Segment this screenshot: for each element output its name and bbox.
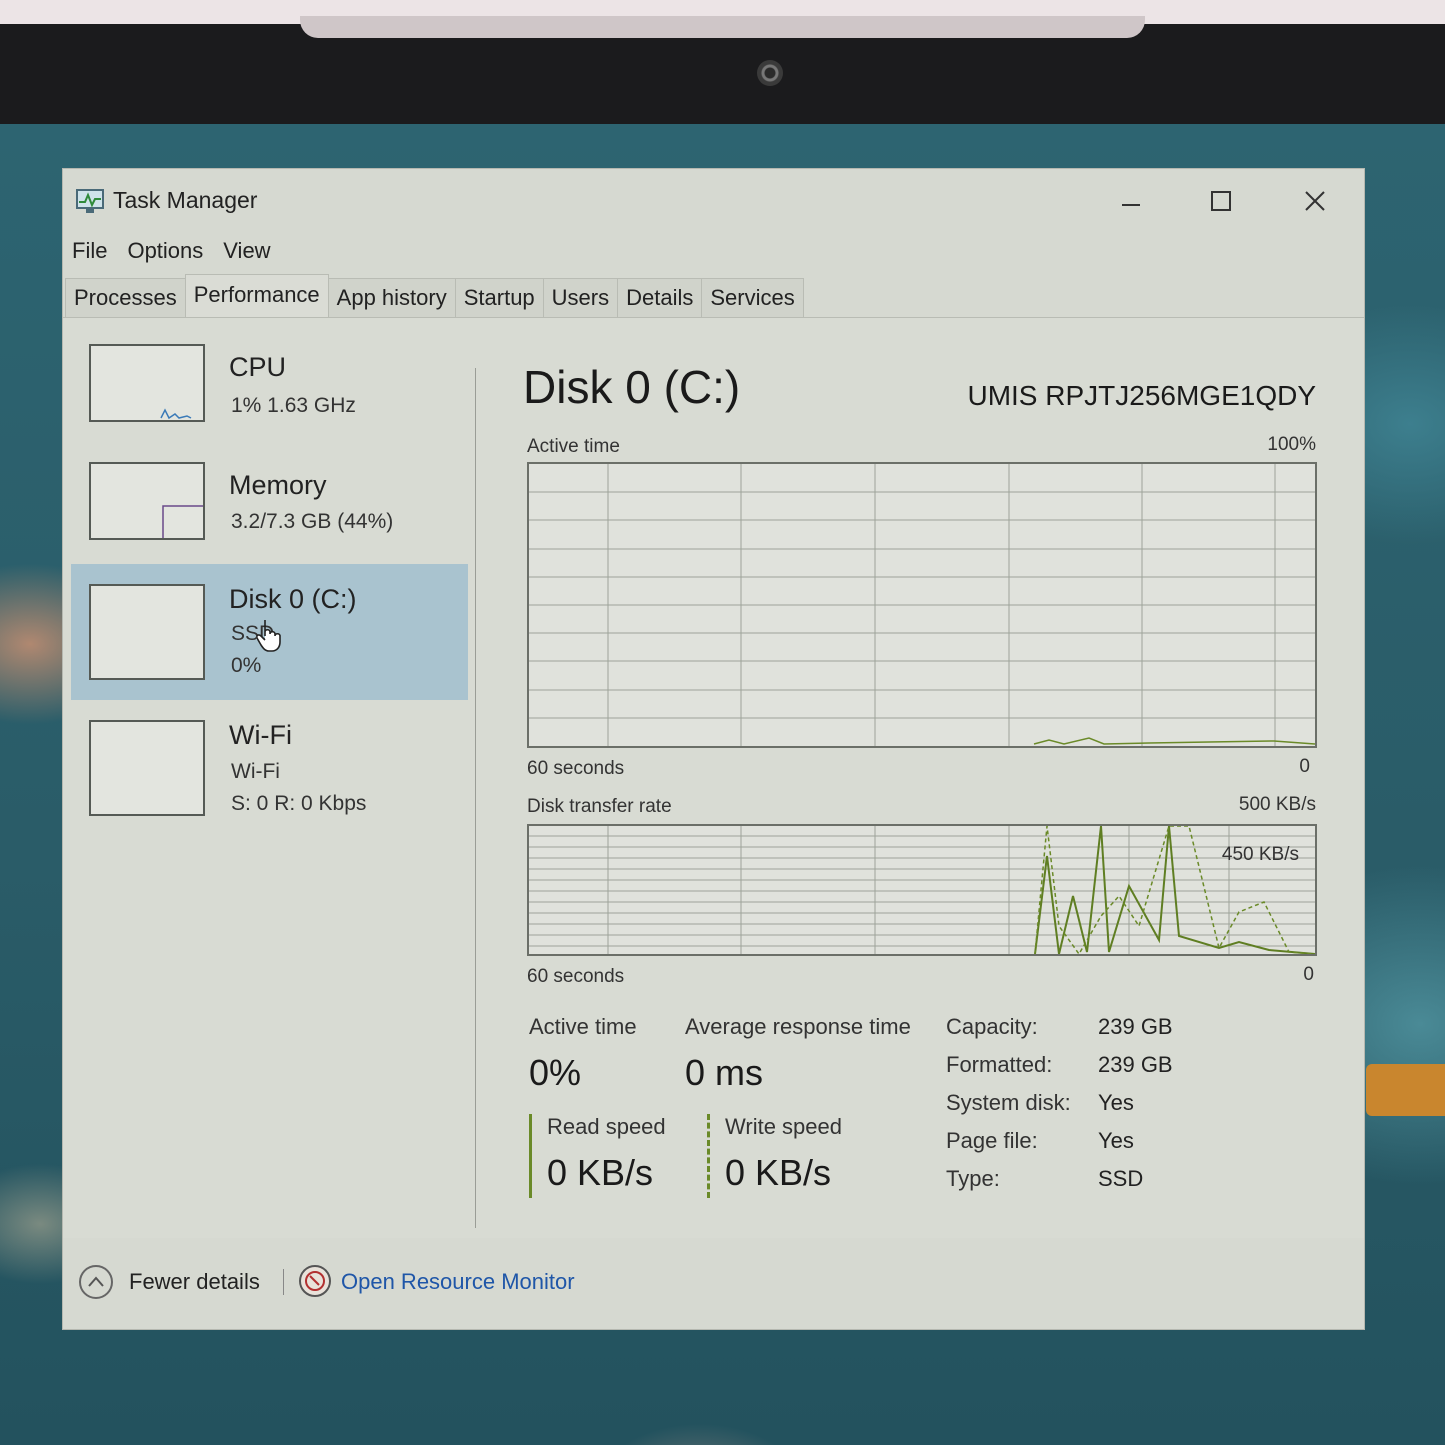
sidebar-wifi-throughput: S: 0 R: 0 Kbps [231,792,367,815]
close-button[interactable] [1285,179,1345,223]
window-title: Task Manager [113,187,258,213]
screen-bezel [0,24,1445,124]
prop-type-key: Type: [946,1166,1000,1191]
active-time-chart-min: 0 [1299,756,1310,777]
menu-options[interactable]: Options [117,233,213,269]
transfer-rate-chart-label: Disk transfer rate [527,796,672,817]
task-manager-window: Task Manager File Options View Processes… [62,168,1365,1330]
transfer-rate-marker: 450 KB/s [1221,844,1299,865]
prop-type-value: SSD [1098,1166,1144,1191]
stat-active-time-value: 0% [529,1052,582,1093]
title-bar[interactable]: Task Manager [63,169,1364,233]
tab-strip: Processes Performance App history Startu… [65,274,804,318]
sidebar-memory-usage: 3.2/7.3 GB (44%) [231,510,394,533]
prop-page-file-key: Page file: [946,1128,1038,1153]
sidebar-wifi-title: Wi-Fi [229,720,292,750]
open-resource-monitor-link[interactable]: Open Resource Monitor [341,1269,575,1295]
wallpaper-detail [1366,1064,1445,1116]
prop-page-file-value: Yes [1098,1128,1134,1153]
write-speed-legend-bar [707,1114,710,1198]
wifi-thumbnail-graph [89,720,205,816]
cpu-thumbnail-graph [89,344,205,422]
disk-thumbnail-graph [89,584,205,680]
stat-active-time-label: Active time [529,1014,637,1039]
performance-pane: CPU 1% 1.63 GHz Memory 3.2/7.3 GB (44%) … [63,317,1364,1238]
footer-separator [283,1269,284,1295]
tab-services[interactable]: Services [701,278,804,317]
prop-formatted-value: 239 GB [1098,1052,1173,1077]
tab-startup[interactable]: Startup [454,278,544,317]
tab-processes[interactable]: Processes [65,278,186,317]
tab-users[interactable]: Users [542,278,619,317]
sidebar-memory-title: Memory [229,470,327,500]
menu-bar: File Options View [63,233,281,269]
stat-avg-response-label: Average response time [685,1014,911,1039]
sidebar-cpu-title: CPU [229,352,287,382]
prop-formatted-key: Formatted: [946,1052,1053,1077]
prop-system-disk-key: System disk: [946,1090,1071,1115]
fewer-details-button[interactable]: Fewer details [129,1269,260,1295]
chevron-up-icon[interactable] [79,1265,113,1299]
task-manager-icon [76,189,104,213]
tab-app-history[interactable]: App history [327,278,456,317]
footer-bar: Fewer details Open Resource Monitor [63,1237,1364,1329]
transfer-rate-chart: 450 KB/s [527,824,1317,956]
resource-list: CPU 1% 1.63 GHz Memory 3.2/7.3 GB (44%) … [71,328,468,818]
webcam [757,60,783,86]
sidebar-cpu-usage: 1% 1.63 GHz [231,394,356,417]
maximize-icon [1211,191,1231,211]
disk-model: UMIS RPJTJ256MGE1QDY [967,380,1316,411]
minimize-button[interactable] [1101,179,1161,223]
tab-performance[interactable]: Performance [184,274,329,317]
sidebar-item-memory[interactable]: Memory 3.2/7.3 GB (44%) [71,446,468,564]
sidebar-item-cpu[interactable]: CPU 1% 1.63 GHz [71,328,468,446]
sidebar-item-disk[interactable]: Disk 0 (C:) SSD 0% [71,564,468,700]
active-time-chart [527,462,1317,748]
prop-capacity-key: Capacity: [946,1014,1038,1039]
stat-write-speed-value: 0 KB/s [725,1152,832,1193]
prop-capacity-value: 239 GB [1098,1014,1173,1039]
stat-read-speed-value: 0 KB/s [547,1152,654,1193]
menu-file[interactable]: File [63,233,117,269]
disk-title: Disk 0 (C:) [523,361,741,413]
active-time-chart-max: 100% [1267,434,1316,455]
pane-divider [475,368,476,1228]
read-speed-legend-bar [529,1114,532,1198]
sidebar-wifi-adapter: Wi-Fi [231,760,280,783]
resource-monitor-icon[interactable] [299,1265,331,1297]
sidebar-item-wifi[interactable]: Wi-Fi Wi-Fi S: 0 R: 0 Kbps [71,700,468,818]
tab-details[interactable]: Details [617,278,703,317]
transfer-rate-chart-timespan: 60 seconds [527,966,625,987]
memory-thumbnail-graph [89,462,205,540]
hand-cursor-icon [257,620,281,652]
minimize-icon [1122,204,1140,206]
stat-read-speed-label: Read speed [547,1114,666,1139]
prop-system-disk-value: Yes [1098,1090,1134,1115]
stat-avg-response-value: 0 ms [685,1052,764,1093]
bezel-lip [300,16,1145,38]
transfer-rate-chart-min: 0 [1303,964,1314,985]
active-time-chart-timespan: 60 seconds [527,758,625,779]
stat-write-speed-label: Write speed [725,1114,842,1139]
close-icon [1305,191,1325,211]
sidebar-disk-title: Disk 0 (C:) [229,584,357,614]
maximize-button[interactable] [1191,179,1251,223]
transfer-rate-chart-max: 500 KB/s [1238,794,1316,815]
sidebar-disk-usage: 0% [231,654,262,677]
active-time-chart-label: Active time [527,436,620,457]
menu-view[interactable]: View [213,233,280,269]
